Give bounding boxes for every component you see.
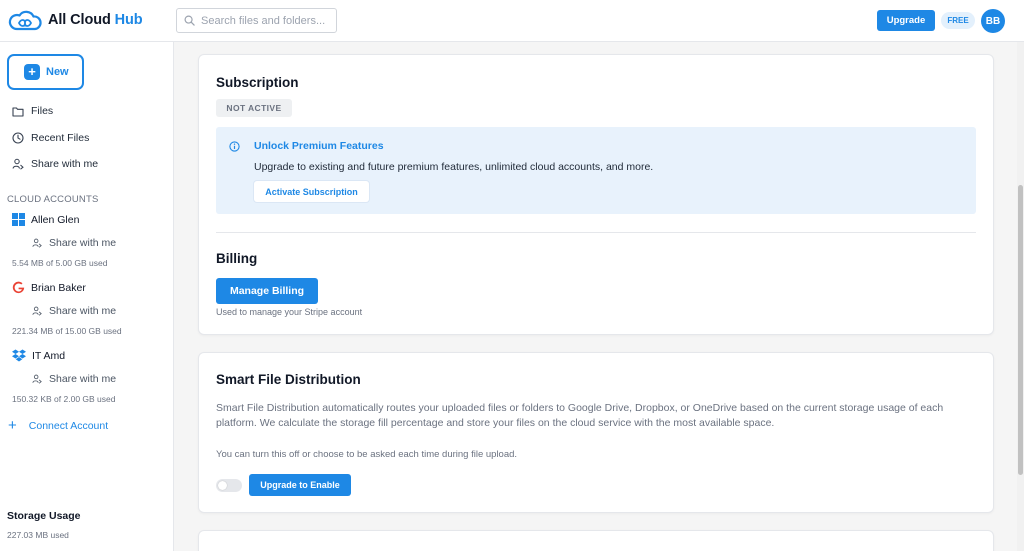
plus-icon: +	[24, 64, 40, 80]
scrollbar-thumb[interactable]	[1018, 185, 1023, 475]
info-icon	[229, 141, 240, 152]
smart-distribution-description: Smart File Distribution automatically ro…	[216, 402, 944, 429]
connect-account-label: Connect Account	[28, 420, 109, 432]
sidebar: + New Files Recent Files Share with me C…	[0, 42, 174, 551]
user-share-icon	[32, 238, 42, 248]
account-name: IT Amd	[32, 349, 66, 362]
plan-badge: FREE	[941, 12, 975, 29]
sidebar-item-files[interactable]: Files	[12, 103, 53, 119]
storage-usage-value: 227.03 MB used	[7, 530, 69, 540]
folder-icon	[12, 106, 24, 117]
subscription-card: Subscription NOT ACTIVE Unlock Premium F…	[198, 54, 994, 335]
upgrade-button[interactable]: Upgrade	[877, 10, 935, 31]
upgrade-to-enable-button[interactable]: Upgrade to Enable	[249, 474, 351, 496]
user-share-icon	[32, 374, 42, 384]
account-storage-used: 150.32 KB of 2.00 GB used	[12, 394, 116, 404]
account-share-with-me[interactable]: Share with me	[32, 305, 116, 317]
account-brian-baker[interactable]: Brian Baker	[12, 281, 86, 294]
smart-distribution-toggle[interactable]	[216, 479, 242, 492]
toggle-knob	[218, 481, 227, 490]
onedrive-windows-icon	[12, 213, 25, 226]
account-name: Brian Baker	[31, 281, 86, 294]
billing-title: Billing	[216, 251, 258, 266]
next-settings-card	[198, 530, 994, 551]
account-allen-glen[interactable]: Allen Glen	[12, 213, 79, 226]
search-input[interactable]	[201, 14, 331, 27]
smart-distribution-note: You can turn this off or choose to be as…	[216, 449, 518, 460]
account-share-with-me[interactable]: Share with me	[32, 237, 116, 249]
account-share-with-me[interactable]: Share with me	[32, 373, 116, 385]
subscription-title: Subscription	[216, 75, 299, 90]
new-button-label: New	[46, 66, 69, 78]
smart-file-distribution-card: Smart File Distribution Smart File Distr…	[198, 352, 994, 513]
account-share-label: Share with me	[49, 373, 117, 385]
smart-distribution-title: Smart File Distribution	[216, 372, 361, 387]
search-box[interactable]	[176, 8, 337, 33]
premium-description: Upgrade to existing and future premium f…	[254, 161, 654, 173]
storage-usage-title: Storage Usage	[7, 510, 81, 522]
top-bar: All Cloud Hub Upgrade FREE BB	[0, 0, 1024, 42]
premium-title: Unlock Premium Features	[254, 140, 384, 152]
connect-account-button[interactable]: + Connect Account	[8, 417, 109, 434]
plus-icon: +	[8, 417, 17, 434]
user-share-icon	[12, 158, 24, 170]
account-share-label: Share with me	[49, 237, 117, 249]
google-icon	[12, 281, 25, 294]
new-button[interactable]: + New	[7, 54, 84, 90]
dropbox-icon	[12, 349, 26, 362]
sidebar-item-label: Recent Files	[31, 132, 90, 144]
user-avatar[interactable]: BB	[981, 9, 1005, 33]
account-share-label: Share with me	[49, 305, 117, 317]
logo-text: All Cloud Hub	[48, 12, 143, 28]
account-storage-used: 221.34 MB of 15.00 GB used	[12, 326, 122, 336]
billing-note: Used to manage your Stripe account	[216, 307, 363, 317]
search-icon	[184, 15, 195, 26]
premium-features-banner: Unlock Premium Features Upgrade to exist…	[216, 127, 976, 214]
account-it-amd[interactable]: IT Amd	[12, 349, 65, 362]
app-logo[interactable]: All Cloud Hub	[8, 9, 143, 31]
main-scrollbar[interactable]	[1017, 42, 1024, 551]
account-name: Allen Glen	[31, 213, 80, 226]
manage-billing-button[interactable]: Manage Billing	[216, 278, 318, 304]
sidebar-item-label: Share with me	[31, 158, 99, 170]
sidebar-item-share-with-me[interactable]: Share with me	[12, 156, 98, 172]
clock-icon	[12, 132, 24, 144]
sidebar-item-recent-files[interactable]: Recent Files	[12, 130, 89, 146]
account-storage-used: 5.54 MB of 5.00 GB used	[12, 258, 108, 268]
activate-subscription-button[interactable]: Activate Subscription	[254, 181, 369, 202]
subscription-status-badge: NOT ACTIVE	[216, 99, 292, 117]
section-divider	[216, 232, 976, 233]
user-share-icon	[32, 306, 42, 316]
cloud-accounts-heading: CLOUD ACCOUNTS	[7, 194, 99, 205]
cloud-infinity-logo-icon	[8, 10, 42, 31]
main-content: Subscription NOT ACTIVE Unlock Premium F…	[175, 42, 1017, 551]
sidebar-item-label: Files	[31, 105, 54, 117]
